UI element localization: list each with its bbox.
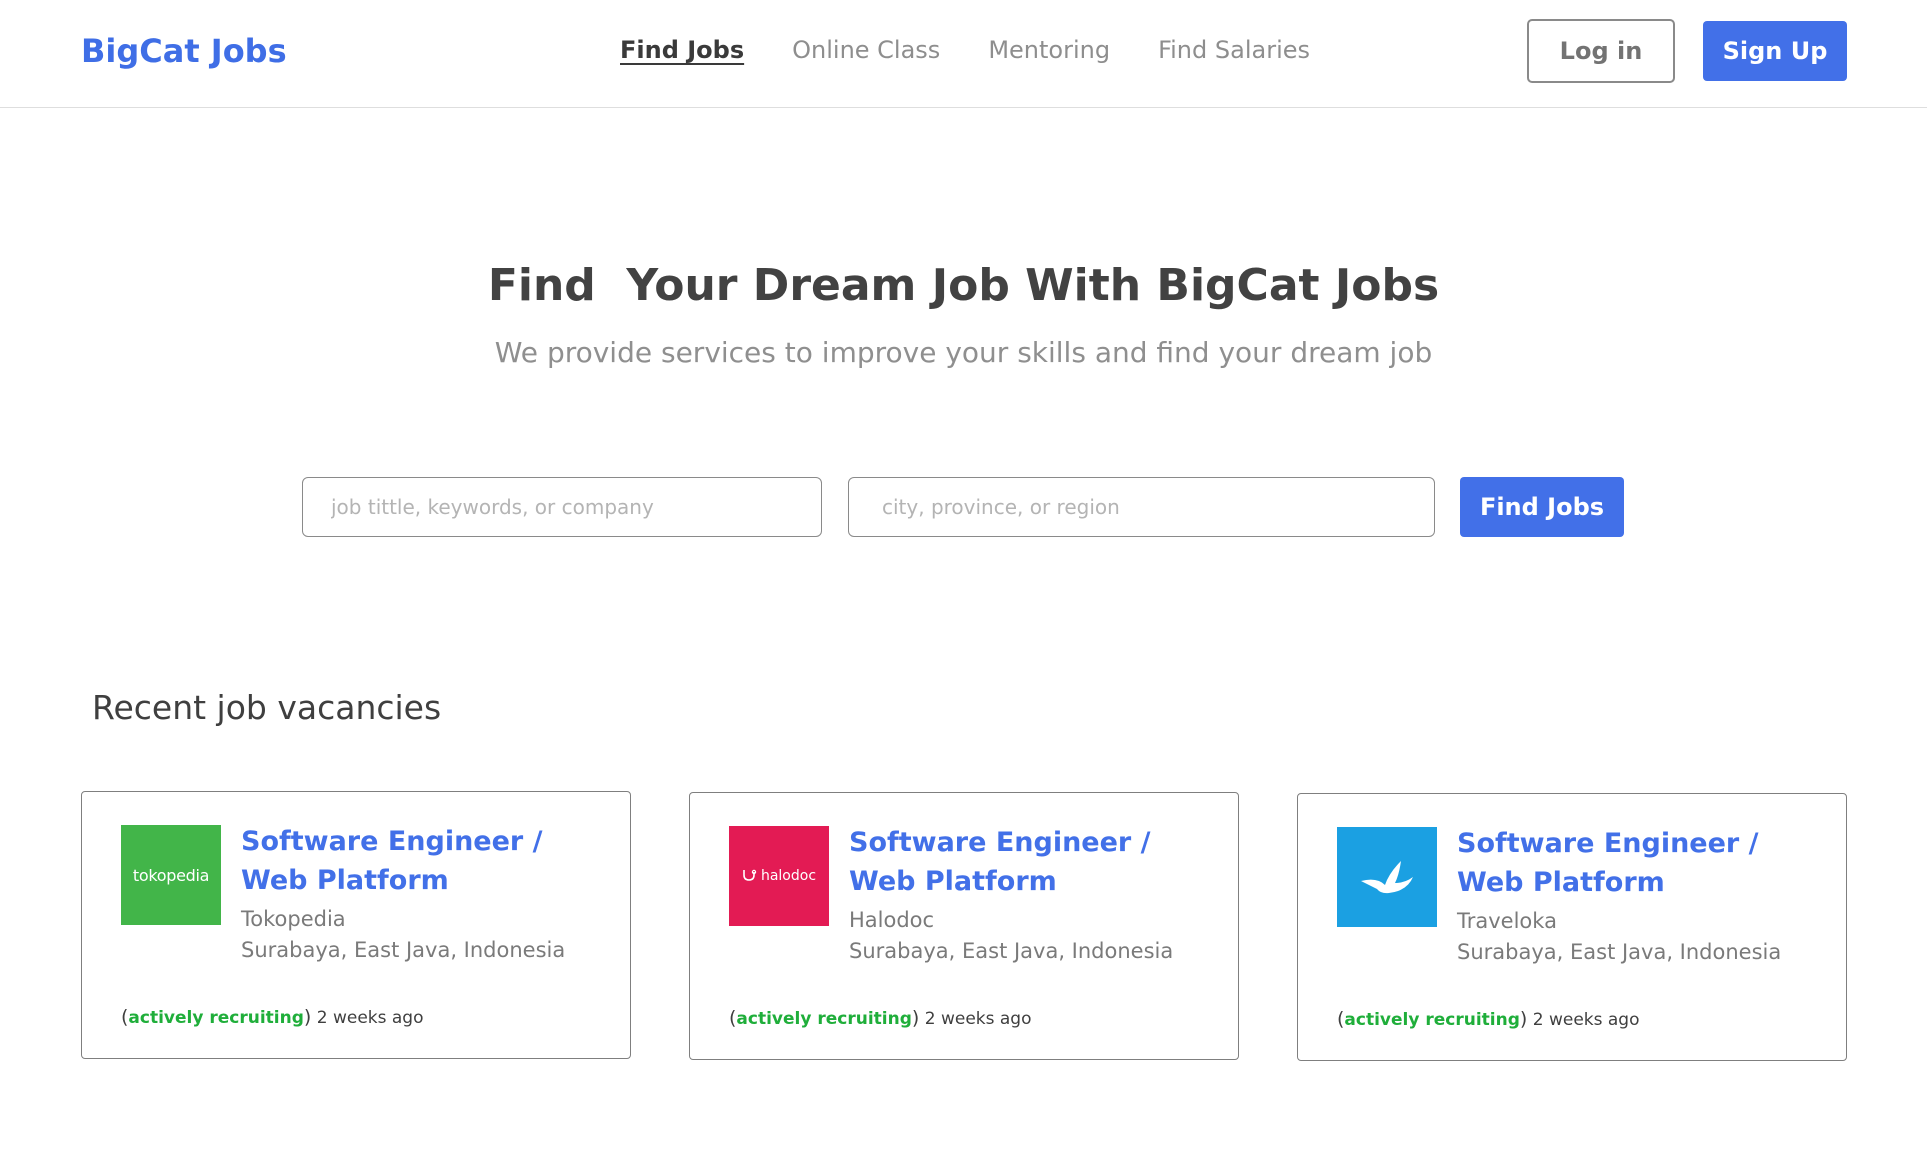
job-card[interactable]: tokopedia Software Engineer / Web Platfo…	[81, 791, 631, 1059]
job-location: Surabaya, East Java, Indonesia	[1457, 940, 1782, 964]
stethoscope-icon	[743, 869, 757, 881]
job-title[interactable]: Software Engineer / Web Platform	[849, 823, 1219, 901]
halodoc-logo: halodoc	[729, 826, 829, 926]
posted-time: 2 weeks ago	[924, 1009, 1032, 1029]
nav-find-salaries[interactable]: Find Salaries	[1158, 36, 1310, 64]
company-name: Traveloka	[1457, 909, 1557, 933]
recruiting-status: actively recruiting	[128, 1008, 304, 1028]
main-nav: Find Jobs Online Class Mentoring Find Sa…	[620, 36, 1310, 64]
job-card[interactable]: Software Engineer / Web Platform Travelo…	[1297, 793, 1847, 1061]
top-navbar: BigCat Jobs Find Jobs Online Class Mento…	[0, 0, 1927, 108]
company-name: Tokopedia	[241, 907, 346, 931]
tokopedia-logo: tokopedia	[121, 825, 221, 925]
posted-time: 2 weeks ago	[1532, 1010, 1640, 1030]
job-location: Surabaya, East Java, Indonesia	[849, 939, 1174, 963]
location-input[interactable]	[848, 477, 1435, 537]
posted-time: 2 weeks ago	[316, 1008, 424, 1028]
job-title[interactable]: Software Engineer / Web Platform	[241, 822, 611, 900]
nav-online-class[interactable]: Online Class	[792, 36, 940, 64]
traveloka-logo	[1337, 827, 1437, 927]
logo-wordmark: halodoc	[760, 868, 817, 884]
nav-find-jobs[interactable]: Find Jobs	[620, 36, 744, 64]
hero-subtitle: We provide services to improve your skil…	[494, 336, 1433, 369]
bird-icon	[1361, 861, 1413, 894]
recruiting-status: actively recruiting	[1344, 1010, 1520, 1030]
logo-wordmark: tokopedia	[132, 865, 210, 885]
job-status-line: (actively recruiting) 2 weeks ago	[729, 1007, 1032, 1029]
job-location: Surabaya, East Java, Indonesia	[241, 938, 566, 962]
login-button[interactable]: Log in	[1527, 19, 1675, 83]
site-logo[interactable]: BigCat Jobs	[81, 32, 287, 70]
job-keyword-input[interactable]	[302, 477, 822, 537]
recruiting-status: actively recruiting	[736, 1009, 912, 1029]
company-name: Halodoc	[849, 908, 935, 932]
job-status-line: (actively recruiting) 2 weeks ago	[1337, 1008, 1640, 1030]
section-title: Recent job vacancies	[92, 688, 442, 727]
job-card[interactable]: halodoc Software Engineer / Web Platform…	[689, 792, 1239, 1060]
hero-title: Find Your Dream Job With BigCat Jobs	[487, 260, 1440, 311]
job-status-line: (actively recruiting) 2 weeks ago	[121, 1006, 424, 1028]
find-jobs-button[interactable]: Find Jobs	[1460, 477, 1624, 537]
signup-button[interactable]: Sign Up	[1703, 21, 1847, 81]
nav-mentoring[interactable]: Mentoring	[988, 36, 1110, 64]
job-title[interactable]: Software Engineer / Web Platform	[1457, 824, 1827, 902]
